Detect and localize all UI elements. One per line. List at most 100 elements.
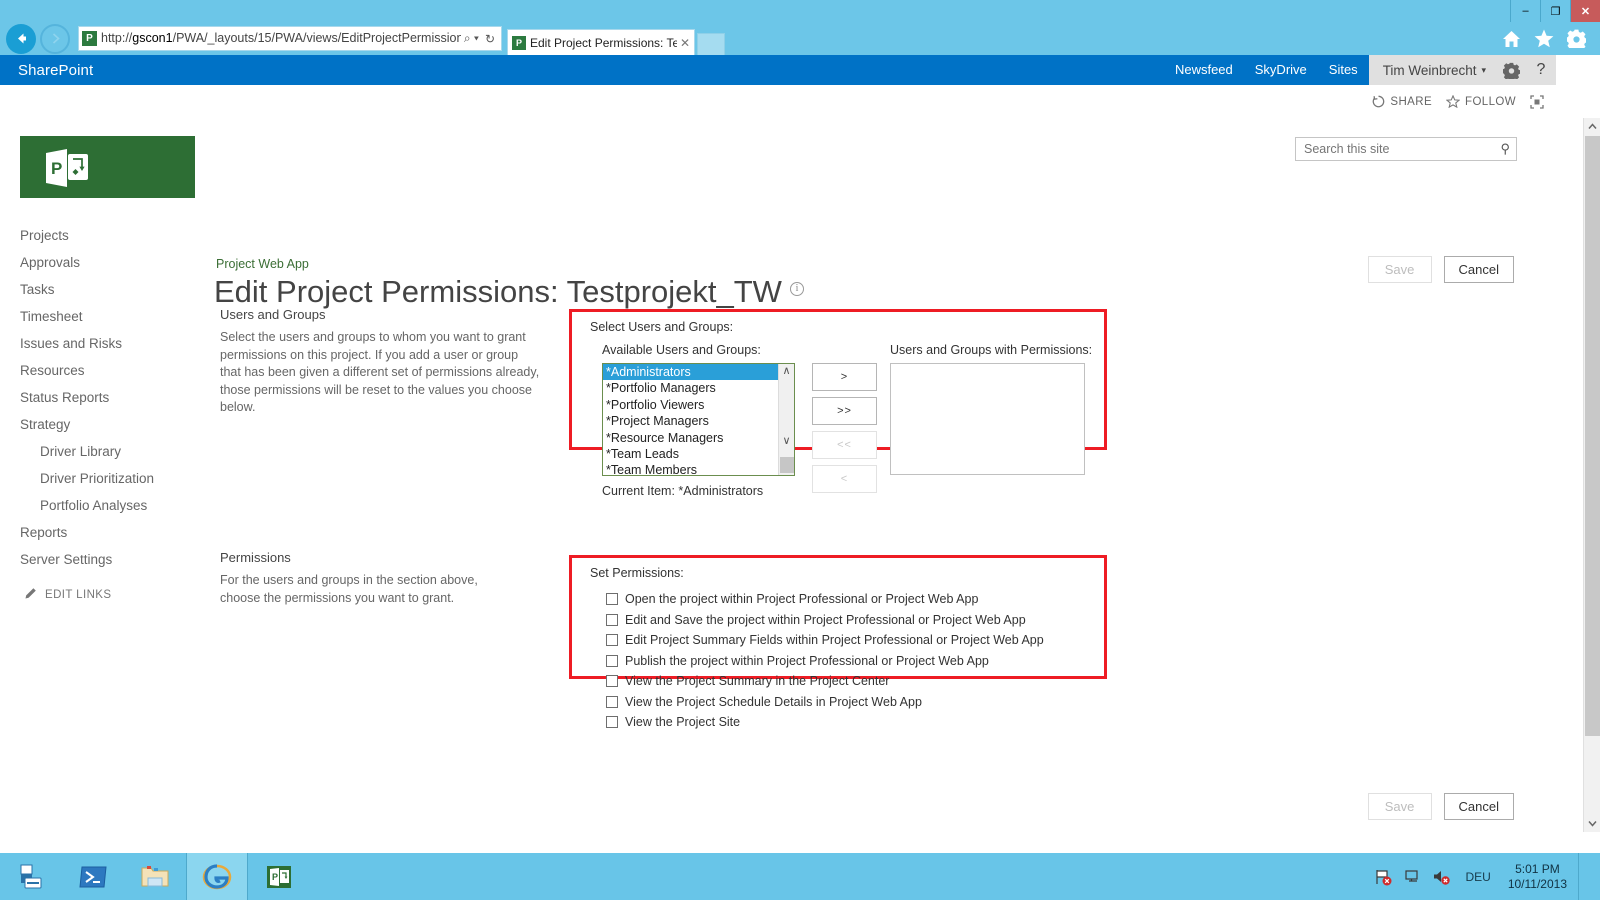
checkbox-edit-summary-fields[interactable] — [606, 634, 618, 646]
gear-icon[interactable] — [1567, 29, 1586, 48]
checkbox-view-schedule-details[interactable] — [606, 695, 618, 708]
search-icon[interactable]: ⚲ — [1500, 141, 1510, 157]
sidebar-item-approvals[interactable]: Approvals — [0, 249, 200, 276]
close-button[interactable]: ✕ — [1570, 0, 1600, 22]
permission-row-open-project[interactable]: Open the project within Project Professi… — [606, 592, 1044, 606]
sidebar-item-reports[interactable]: Reports — [0, 519, 200, 546]
listbox-scroll-thumb[interactable] — [779, 457, 794, 473]
share-follow-bar: SHARE FOLLOW — [0, 85, 1556, 118]
browser-tab[interactable]: P Edit Project Permissions: Te... ✕ — [507, 29, 695, 55]
sidebar-item-driver-library[interactable]: Driver Library — [0, 438, 200, 465]
chevron-up-icon[interactable]: ∧ — [782, 366, 790, 377]
sidebar-item-issues-and-risks[interactable]: Issues and Risks — [0, 330, 200, 357]
sidebar-item-status-reports[interactable]: Status Reports — [0, 384, 200, 411]
show-desktop-button[interactable] — [1578, 853, 1588, 900]
permission-label: Publish the project within Project Profe… — [625, 653, 989, 668]
listbox-scrollbar[interactable]: ∧ ∨ — [778, 364, 794, 475]
permission-row-view-schedule-details[interactable]: View the Project Schedule Details in Pro… — [606, 695, 1044, 709]
address-bar[interactable]: P http://gscon1/PWA/_layouts/15/PWA/view… — [78, 26, 502, 51]
clock[interactable]: 5:01 PM 10/11/2013 — [1506, 862, 1567, 892]
new-tab-button[interactable] — [697, 33, 725, 55]
taskbar-file-explorer[interactable] — [124, 853, 186, 900]
add-one-button[interactable]: > — [812, 363, 877, 391]
checkbox-edit-and-save[interactable] — [606, 613, 618, 626]
save-button-top[interactable]: Save — [1367, 256, 1432, 283]
permission-row-edit-and-save[interactable]: Edit and Save the project within Project… — [606, 613, 1044, 627]
checkbox-publish-project[interactable] — [606, 654, 618, 667]
chevron-down-icon[interactable]: ∨ — [782, 435, 790, 446]
taskbar-server-manager[interactable] — [0, 853, 62, 900]
add-all-button[interactable]: >> — [812, 397, 877, 425]
address-search-dropdown-icon[interactable]: ⌕ ▾ — [461, 31, 482, 46]
taskbar-internet-explorer[interactable] — [186, 853, 248, 900]
star-icon[interactable] — [1534, 29, 1554, 48]
remove-one-button[interactable]: < — [812, 465, 877, 493]
permission-row-view-summary[interactable]: View the Project Summary in the Project … — [606, 674, 1044, 688]
list-item[interactable]: *Portfolio Managers — [603, 380, 778, 396]
list-item[interactable]: *Project Managers — [603, 413, 778, 429]
list-item[interactable]: *Administrators — [603, 364, 778, 381]
cancel-button-top[interactable]: Cancel — [1443, 256, 1514, 283]
tab-close-icon[interactable]: ✕ — [677, 36, 690, 50]
volume-muted-icon[interactable] — [1432, 868, 1451, 886]
flag-alert-icon[interactable] — [1374, 868, 1392, 886]
follow-button[interactable]: FOLLOW — [1446, 95, 1516, 108]
checkbox-view-summary[interactable] — [606, 675, 618, 687]
list-item[interactable]: *Resource Managers — [603, 430, 778, 446]
back-button[interactable] — [6, 23, 36, 54]
sidebar-item-projects[interactable]: Projects — [0, 222, 200, 249]
language-indicator[interactable]: DEU — [1461, 870, 1494, 884]
search-box[interactable]: ⚲ — [1295, 137, 1517, 161]
share-button[interactable]: SHARE — [1372, 95, 1432, 108]
page-scrollbar[interactable] — [1583, 118, 1600, 832]
list-item[interactable]: *Team Members — [603, 462, 778, 475]
permission-row-edit-summary-fields[interactable]: Edit Project Summary Fields within Proje… — [606, 633, 1044, 647]
list-item[interactable]: *Team Leads — [603, 446, 778, 462]
permission-row-view-project-site[interactable]: View the Project Site — [606, 715, 1044, 729]
transfer-buttons: > >> << < — [812, 363, 877, 493]
checkbox-open-project[interactable] — [606, 593, 618, 605]
home-icon[interactable] — [1502, 30, 1521, 48]
sidebar-item-resources[interactable]: Resources — [0, 357, 200, 384]
suite-link-sites[interactable]: Sites — [1318, 55, 1369, 91]
available-users-listbox[interactable]: *Administrators *Portfolio Managers *Por… — [602, 363, 795, 476]
sidebar-item-timesheet[interactable]: Timesheet — [0, 303, 200, 330]
top-action-buttons: Save Cancel — [1367, 256, 1514, 283]
list-item[interactable]: *Portfolio Viewers — [603, 397, 778, 413]
network-alert-icon[interactable] — [1403, 868, 1421, 886]
cancel-button-bottom[interactable]: Cancel — [1443, 793, 1514, 820]
maximize-button[interactable]: ❐ — [1540, 0, 1570, 22]
tab-favicon-icon: P — [512, 35, 526, 50]
permission-row-publish-project[interactable]: Publish the project within Project Profe… — [606, 654, 1044, 668]
sidebar-item-server-settings[interactable]: Server Settings — [0, 546, 200, 573]
save-button-bottom[interactable]: Save — [1367, 793, 1432, 820]
pencil-icon — [24, 587, 37, 603]
search-input[interactable] — [1302, 141, 1501, 157]
taskbar-project[interactable]: P — [248, 853, 310, 900]
suite-link-skydrive[interactable]: SkyDrive — [1244, 55, 1318, 85]
sidebar-item-tasks[interactable]: Tasks — [0, 276, 200, 303]
suite-link-newsfeed[interactable]: Newsfeed — [1164, 55, 1244, 85]
settings-gear-icon[interactable] — [1496, 55, 1526, 85]
minimize-button[interactable]: – — [1510, 0, 1540, 22]
taskbar-powershell[interactable] — [62, 853, 124, 900]
sidebar-item-portfolio-analyses[interactable]: Portfolio Analyses — [0, 492, 200, 519]
breadcrumb[interactable]: Project Web App — [216, 257, 309, 271]
refresh-icon[interactable]: ↻ — [482, 32, 498, 46]
remove-all-button[interactable]: << — [812, 431, 877, 459]
info-icon[interactable]: i — [789, 282, 804, 296]
focus-on-content-button[interactable] — [1530, 94, 1544, 109]
checkbox-view-project-site[interactable] — [606, 716, 618, 728]
sidebar-item-strategy[interactable]: Strategy — [0, 411, 200, 438]
page-scroll-thumb[interactable] — [1585, 136, 1600, 736]
edit-links-button[interactable]: EDIT LINKS — [0, 573, 200, 603]
users-and-groups-description: Select the users and groups to whom you … — [220, 330, 540, 414]
help-icon[interactable]: ? — [1526, 55, 1556, 85]
sharepoint-brand-label[interactable]: SharePoint — [0, 62, 93, 79]
user-menu[interactable]: Tim Weinbrecht ▾ — [1368, 55, 1496, 85]
scroll-up-icon[interactable] — [1584, 118, 1600, 135]
sidebar-item-driver-prioritization[interactable]: Driver Prioritization — [0, 465, 200, 492]
forward-button[interactable] — [40, 23, 70, 54]
users-with-permissions-listbox[interactable] — [890, 363, 1085, 475]
scroll-down-icon[interactable] — [1584, 815, 1600, 832]
